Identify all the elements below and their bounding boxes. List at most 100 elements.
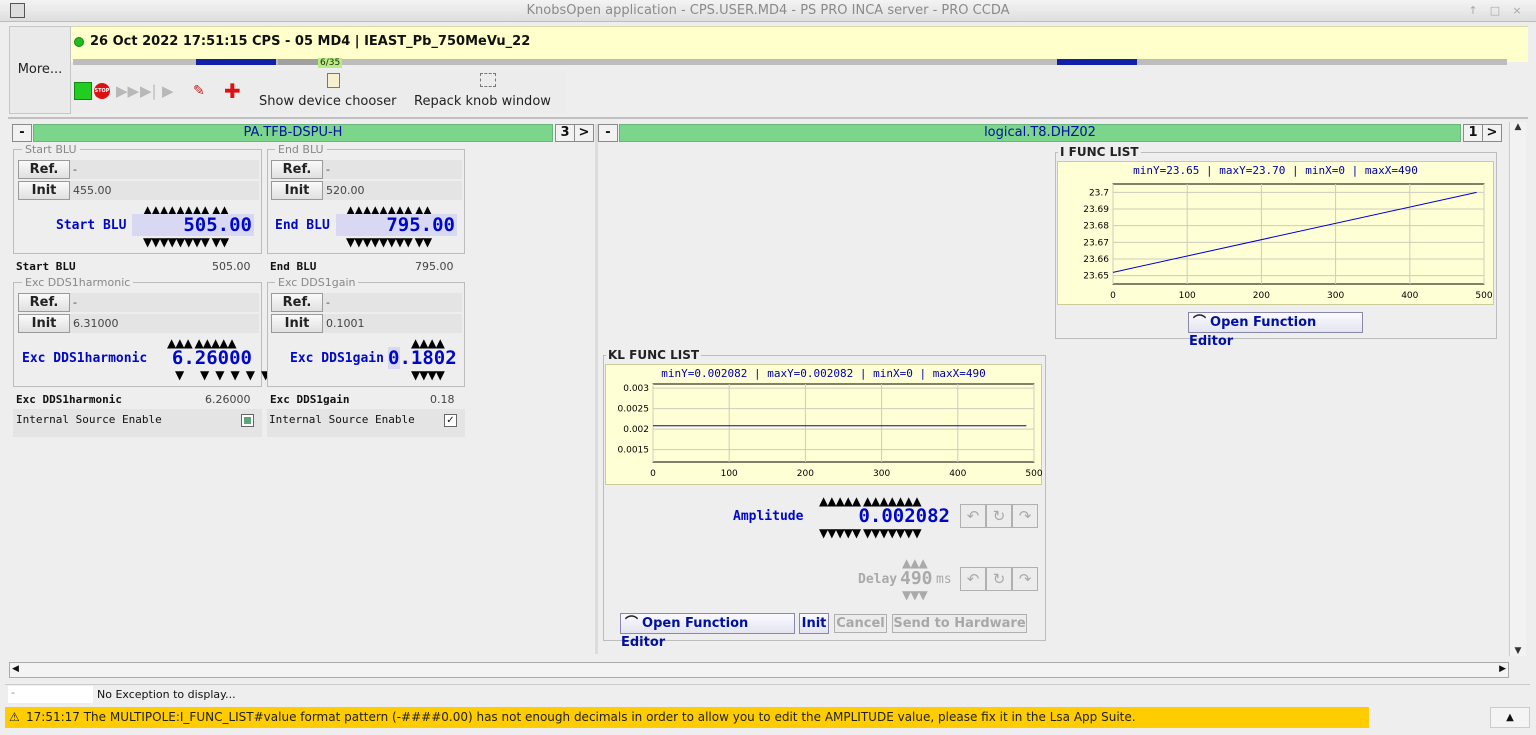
restore-icon[interactable]: □ — [1487, 3, 1503, 19]
left-panel-next-button[interactable]: > — [574, 124, 594, 142]
amplitude-label: Amplitude — [733, 509, 804, 524]
start-blu-summary-label: Start BLU — [16, 260, 76, 273]
gain-value[interactable]: 0.1802 — [388, 347, 457, 369]
start-blu-summary-value: 505.00 — [212, 260, 251, 273]
amplitude-value[interactable]: 0.002082 — [815, 505, 952, 527]
end-blu-ref-button[interactable]: Ref. — [271, 160, 323, 179]
ifunc-x-tick: 0 — [1110, 291, 1116, 301]
send-to-hardware-button[interactable]: Send to Hardware — [892, 614, 1027, 633]
i-func-chart: 0 100 200 300 400 500 23.7 23.69 23.68 23.67 23.66… — [1083, 183, 1493, 301]
reset-icon[interactable]: ↻ — [986, 504, 1012, 528]
exception-selector[interactable]: - — [8, 686, 93, 703]
kl-plot-area — [652, 383, 1035, 463]
amplitude-decrement-arrows[interactable]: ▼▼▼▼▼ ▼▼▼▼▼▼▼ — [819, 527, 922, 539]
exception-bar: - No Exception to display... — [5, 684, 1530, 704]
delay-value[interactable]: 490 — [900, 568, 933, 589]
end-blu-summary-label: End BLU — [270, 260, 317, 273]
warning-icon: ⚠ — [9, 710, 20, 724]
ifunc-x-tick: 100 — [1179, 291, 1196, 301]
vertical-scrollbar[interactable]: ▲ ▼ — [1509, 122, 1526, 656]
ifunc-y-tick: 23.67 — [1083, 238, 1109, 248]
start-blu-init-button[interactable]: Init — [18, 181, 70, 200]
maximize-up-icon[interactable]: ↑ — [1465, 3, 1481, 19]
end-blu-ref-value: - — [326, 163, 330, 176]
internal-source-enable-checkbox-1[interactable] — [241, 414, 254, 427]
undo-icon[interactable]: ↶ — [960, 504, 986, 528]
play-icon[interactable]: ▶ — [162, 82, 180, 100]
horizontal-scrollbar[interactable]: ◀ ▶ — [9, 662, 1509, 678]
kl-x-tick: 0 — [650, 469, 656, 479]
end-blu-summary-value: 795.00 — [415, 260, 454, 273]
kl-func-chart: 0 100 200 300 400 500 0.003 0.0025 0.002 0.0015 — [618, 383, 1042, 479]
step-forward-icon[interactable]: ▶▶ — [116, 82, 139, 100]
right-panel-next-button[interactable]: > — [1482, 124, 1502, 142]
harmonic-ref-value: - — [73, 296, 77, 309]
delay-reset-icon[interactable]: ↻ — [986, 567, 1012, 591]
kl-x-tick: 100 — [721, 469, 738, 479]
end-blu-group-title: End BLU — [275, 143, 327, 156]
skip-icon[interactable]: ▶| — [140, 82, 158, 100]
kl-open-editor-button[interactable]: ⌒ Open Function Editor — [620, 613, 795, 650]
more-button[interactable]: More... — [9, 26, 71, 114]
harmonic-label: Exc DDS1harmonic — [22, 351, 148, 366]
ifunc-x-tick: 200 — [1253, 291, 1270, 301]
start-blu-decrement-arrows[interactable]: ▼▼▼▼▼▼▼▼ ▼▼ — [143, 236, 229, 248]
internal-source-enable-checkbox-2[interactable]: ✓ — [444, 414, 457, 427]
cycle-timeline — [73, 59, 1507, 65]
internal-source-enable-label-2: Internal Source Enable — [269, 413, 415, 426]
delay-decrement-arrows[interactable]: ▼▼▼ — [902, 589, 928, 601]
ifunc-y-tick: 23.65 — [1083, 272, 1109, 282]
right-panel-collapse-button[interactable]: - — [598, 124, 618, 142]
close-icon[interactable]: × — [1509, 3, 1525, 19]
show-device-chooser-button[interactable]: Show device chooser — [259, 94, 396, 109]
harmonic-value[interactable]: 6.26000 — [170, 347, 254, 369]
left-panel-title: PA.TFB-DSPU-H — [33, 124, 553, 142]
add-icon[interactable]: ✚ — [224, 81, 242, 101]
end-blu-init-button[interactable]: Init — [271, 181, 323, 200]
start-icon[interactable] — [74, 82, 92, 100]
gain-init-button[interactable]: Init — [271, 314, 323, 333]
redo-icon[interactable]: ↷ — [1012, 504, 1038, 528]
kl-init-button[interactable]: Init — [799, 613, 829, 634]
cycle-counter: 6/35 — [318, 58, 343, 68]
kl-cancel-button[interactable]: Cancel — [834, 614, 887, 633]
gain-label: Exc DDS1gain — [290, 351, 384, 366]
repack-knob-window-button[interactable]: Repack knob window — [414, 94, 551, 109]
harmonic-decrement-arrows[interactable]: ▼ ▼▼▼▼▼ — [175, 369, 276, 381]
kl-x-tick: 300 — [873, 469, 890, 479]
delay-undo-icon[interactable]: ↶ — [960, 567, 986, 591]
right-panel-count: 1 — [1463, 124, 1483, 142]
left-panel-collapse-button[interactable]: - — [12, 124, 32, 142]
start-blu-value[interactable]: 505.00 — [132, 214, 254, 236]
stop-icon[interactable]: STOP — [94, 83, 110, 99]
kl-y-tick: 0.003 — [623, 384, 649, 394]
gain-decrement-arrows[interactable]: ▼▼▼▼ — [411, 369, 445, 381]
start-blu-ref-value: - — [73, 163, 77, 176]
end-blu-decrement-arrows[interactable]: ▼▼▼▼▼▼▼▼ ▼▼ — [346, 236, 432, 248]
ifunc-y-tick: 23.69 — [1083, 205, 1109, 215]
warning-bar: ⚠ 17:51:17 The MULTIPOLE:I_FUNC_LIST#val… — [5, 707, 1369, 728]
left-panel-count: 3 — [555, 124, 575, 142]
ifunc-y-tick: 23.7 — [1089, 188, 1109, 198]
delay-label: Delay — [858, 572, 898, 587]
i-func-open-editor-button[interactable]: ⌒ Open Function Editor — [1188, 312, 1363, 349]
gain-ref-button[interactable]: Ref. — [271, 293, 323, 312]
gain-summary-label: Exc DDS1gain — [270, 393, 350, 406]
start-blu-ref-button[interactable]: Ref. — [18, 160, 70, 179]
expand-warning-button[interactable]: ▲ — [1490, 707, 1530, 728]
device-chooser-icon — [327, 73, 340, 88]
status-indicator-icon — [74, 37, 84, 47]
eraser-icon[interactable]: ✎ — [193, 82, 211, 100]
repack-icon — [480, 73, 496, 87]
i-func-list-title: I FUNC LIST — [1058, 145, 1141, 159]
end-blu-value[interactable]: 795.00 — [336, 214, 457, 236]
kl-y-tick: 0.0015 — [618, 446, 650, 456]
warning-text: 17:51:17 The MULTIPOLE:I_FUNC_LIST#value… — [26, 710, 1136, 724]
start-blu-init-value: 455.00 — [73, 184, 112, 197]
kl-x-tick: 500 — [1025, 469, 1042, 479]
harmonic-init-button[interactable]: Init — [18, 314, 70, 333]
kl-x-tick: 200 — [797, 469, 814, 479]
harmonic-ref-button[interactable]: Ref. — [18, 293, 70, 312]
delay-redo-icon[interactable]: ↷ — [1012, 567, 1038, 591]
harmonic-group-title: Exc DDS1harmonic — [22, 276, 134, 289]
